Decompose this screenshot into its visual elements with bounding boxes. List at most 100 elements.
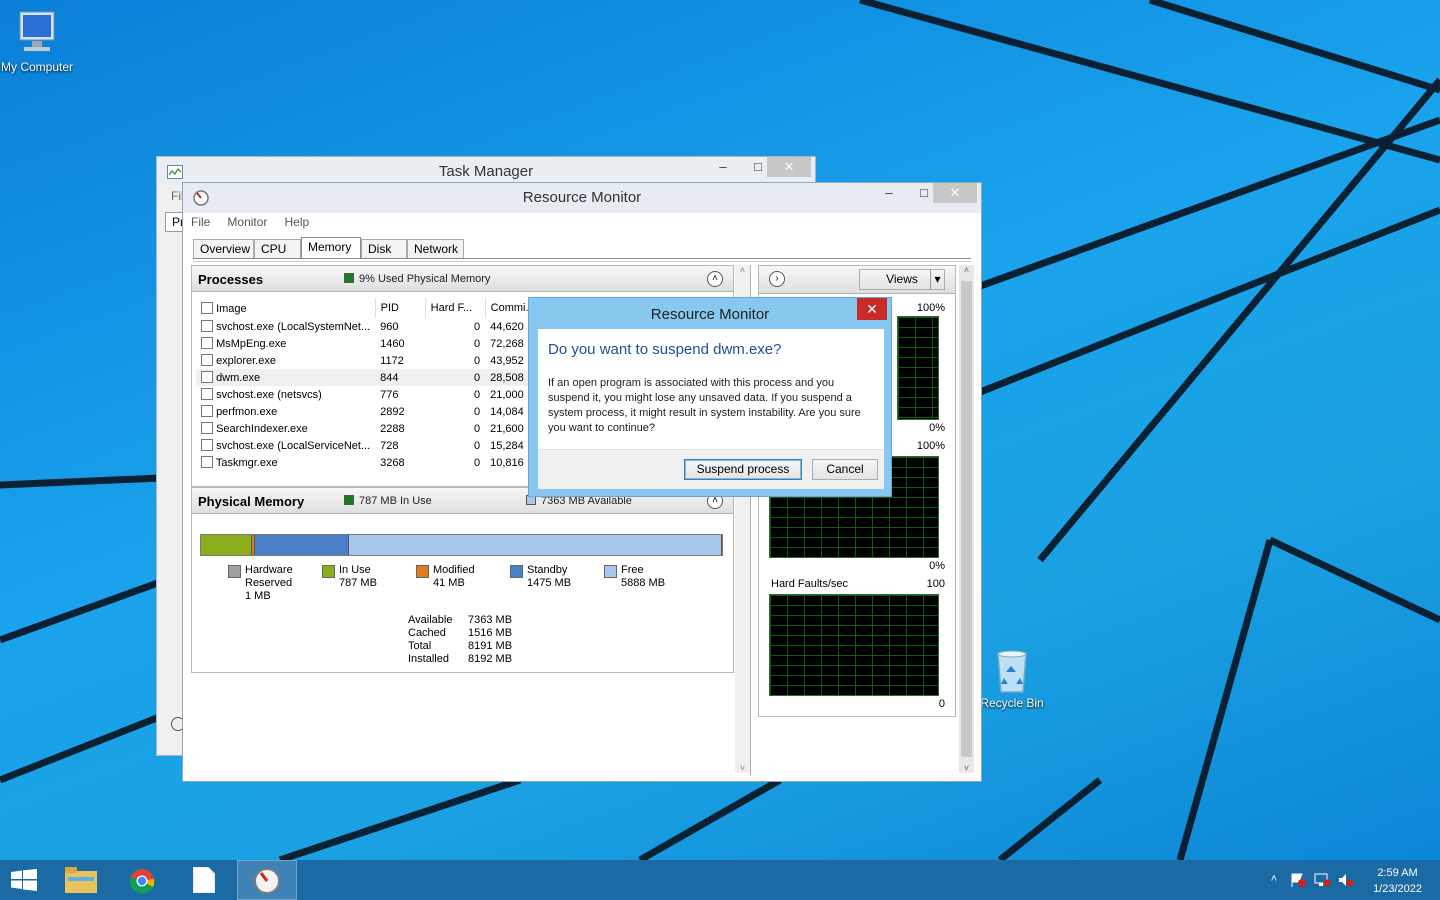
- in-use-legend-swatch: [322, 565, 335, 578]
- dialog-body: Do you want to suspend dwm.exe? If an op…: [538, 329, 884, 449]
- row-checkbox[interactable]: [201, 354, 213, 366]
- suspend-process-button[interactable]: Suspend process: [684, 459, 802, 480]
- tm-minimize-button[interactable]: ‒: [701, 157, 745, 177]
- tab-divider: [193, 258, 971, 262]
- table-row[interactable]: svchost.exe (LocalServiceNet... 728 0 15…: [196, 437, 540, 454]
- taskbar-file-explorer[interactable]: [51, 860, 111, 900]
- menu-help[interactable]: Help: [284, 215, 309, 229]
- table-row[interactable]: Taskmgr.exe 3268 0 10,816: [196, 454, 540, 471]
- scroll-down-arrow-icon[interactable]: ˅: [735, 763, 750, 773]
- row-checkbox[interactable]: [201, 422, 213, 434]
- taskbar-chrome[interactable]: [113, 860, 173, 900]
- table-row[interactable]: svchost.exe (netsvcs) 776 0 21,000: [196, 386, 540, 403]
- memory-bar-segment: [349, 535, 722, 555]
- column-pid[interactable]: PID: [375, 298, 426, 318]
- row-checkbox[interactable]: [201, 337, 213, 349]
- standby-swatch: [510, 565, 523, 578]
- expand-graphs-button[interactable]: ›: [769, 271, 785, 287]
- table-row[interactable]: SearchIndexer.exe 2288 0 21,600: [196, 420, 540, 437]
- graph3-canvas: [769, 594, 939, 696]
- action-center-flag-icon[interactable]: [1290, 873, 1306, 887]
- show-hidden-icons-icon[interactable]: ˄: [1266, 873, 1282, 887]
- processes-header[interactable]: Processes 9% Used Physical Memory ˄: [192, 266, 733, 292]
- tab-disk[interactable]: Disk: [361, 239, 407, 259]
- dialog-close-button[interactable]: ✕: [857, 298, 887, 320]
- graphs-scroll-thumb[interactable]: [961, 281, 972, 757]
- cancel-button[interactable]: Cancel: [812, 459, 878, 480]
- document-icon: [193, 867, 215, 893]
- table-row-selected[interactable]: dwm.exe 844 0 28,508: [196, 369, 541, 386]
- taskbar-notepad[interactable]: [175, 860, 235, 900]
- select-all-checkbox[interactable]: [201, 301, 213, 314]
- memory-bar-segment: [255, 535, 350, 555]
- dialog-footer: Suspend process Cancel: [538, 449, 884, 489]
- row-checkbox[interactable]: [201, 320, 213, 332]
- chrome-icon: [129, 869, 155, 894]
- menu-monitor[interactable]: Monitor: [227, 215, 267, 229]
- my-computer-label: My Computer: [0, 60, 74, 74]
- resource-monitor-titlebar[interactable]: Resource Monitor ‒ □ ✕: [183, 183, 981, 213]
- network-icon[interactable]: [1314, 873, 1331, 887]
- graph1-min-label: 0%: [929, 422, 945, 434]
- table-row[interactable]: MsMpEng.exe 1460 0 72,268: [196, 335, 540, 352]
- row-checkbox[interactable]: [201, 371, 213, 383]
- row-checkbox[interactable]: [201, 456, 213, 468]
- processes-info-text: 9% Used Physical Memory: [359, 273, 491, 285]
- physical-memory-section: Physical Memory 787 MB In Use 7363 MB Av…: [191, 487, 734, 673]
- scroll-up-arrow-icon[interactable]: ˄: [735, 265, 750, 275]
- menu-bar: File Monitor Help: [191, 215, 323, 233]
- views-dropdown-icon[interactable]: ▾: [930, 270, 944, 289]
- stat-total: Total 8191 MB: [408, 640, 513, 652]
- tab-memory[interactable]: Memory: [301, 237, 361, 259]
- process-table-header: Image PID Hard F... Commi...: [196, 298, 541, 318]
- graph3-min-label: 0: [938, 698, 945, 710]
- menu-file[interactable]: File: [191, 215, 210, 229]
- dialog-question: Do you want to suspend dwm.exe?: [548, 341, 782, 358]
- row-checkbox[interactable]: [201, 388, 213, 400]
- tab-network[interactable]: Network: [407, 239, 464, 259]
- windows-logo-icon: [11, 869, 37, 891]
- in-use-info: 787 MB In Use: [344, 495, 432, 507]
- legend-standby: Standby 1475 MB: [510, 564, 571, 590]
- table-row[interactable]: perfmon.exe 2892 0 14,084: [196, 403, 540, 420]
- column-image[interactable]: Image: [196, 298, 376, 318]
- legend-free: Free 5888 MB: [604, 564, 665, 590]
- table-row[interactable]: explorer.exe 1172 0 43,952: [196, 352, 540, 369]
- taskbar-clock[interactable]: 2:59 AM 1/23/2022: [1373, 865, 1422, 897]
- start-button[interactable]: [0, 860, 48, 900]
- row-checkbox[interactable]: [201, 439, 213, 451]
- dialog-message: If an open program is associated with th…: [548, 377, 861, 434]
- graphs-toolbar: › Views ▾: [759, 266, 955, 294]
- graphs-scrollbar[interactable]: ˄ ˅: [959, 265, 974, 773]
- legend-in-use: In Use 787 MB: [322, 564, 377, 590]
- tab-overview[interactable]: Overview: [193, 239, 254, 259]
- rm-minimize-button[interactable]: ‒: [867, 183, 911, 203]
- graphs-scroll-down-icon[interactable]: ˅: [959, 763, 974, 773]
- graph1-canvas: [897, 316, 939, 420]
- tm-close-button[interactable]: ✕: [767, 157, 811, 177]
- recycle-bin-icon[interactable]: Recycle Bin: [975, 648, 1049, 710]
- suspend-dialog[interactable]: Resource Monitor ✕ Do you want to suspen…: [528, 297, 892, 497]
- volume-muted-icon[interactable]: [1338, 873, 1354, 887]
- trash-icon: [997, 650, 1027, 693]
- column-hard-faults[interactable]: Hard F...: [425, 298, 486, 318]
- clock-time: 2:59 AM: [1377, 867, 1418, 879]
- graph1-max-label: 100%: [916, 302, 945, 314]
- dialog-title: Resource Monitor: [650, 306, 770, 323]
- graph2-min-label: 0%: [929, 560, 945, 572]
- graphs-scroll-up-icon[interactable]: ˄: [959, 265, 974, 275]
- my-computer-icon[interactable]: My Computer: [0, 8, 74, 74]
- legend-modified: Modified 41 MB: [416, 564, 475, 590]
- taskbar-resource-monitor[interactable]: [237, 860, 297, 900]
- table-row[interactable]: svchost.exe (LocalSystemNet... 960 0 44,…: [196, 318, 540, 335]
- task-manager-titlebar[interactable]: Task Manager ‒ □ ✕: [157, 157, 815, 185]
- stat-available: Available 7363 MB: [408, 614, 513, 626]
- graph2-max-label: 100%: [916, 440, 945, 452]
- rm-close-button[interactable]: ✕: [933, 183, 977, 203]
- modified-swatch: [416, 565, 429, 578]
- tab-cpu[interactable]: CPU: [254, 239, 301, 259]
- views-button[interactable]: Views ▾: [859, 269, 945, 290]
- resource-monitor-taskbar-icon: [254, 868, 280, 894]
- processes-collapse-button[interactable]: ˄: [707, 271, 723, 287]
- row-checkbox[interactable]: [201, 405, 213, 417]
